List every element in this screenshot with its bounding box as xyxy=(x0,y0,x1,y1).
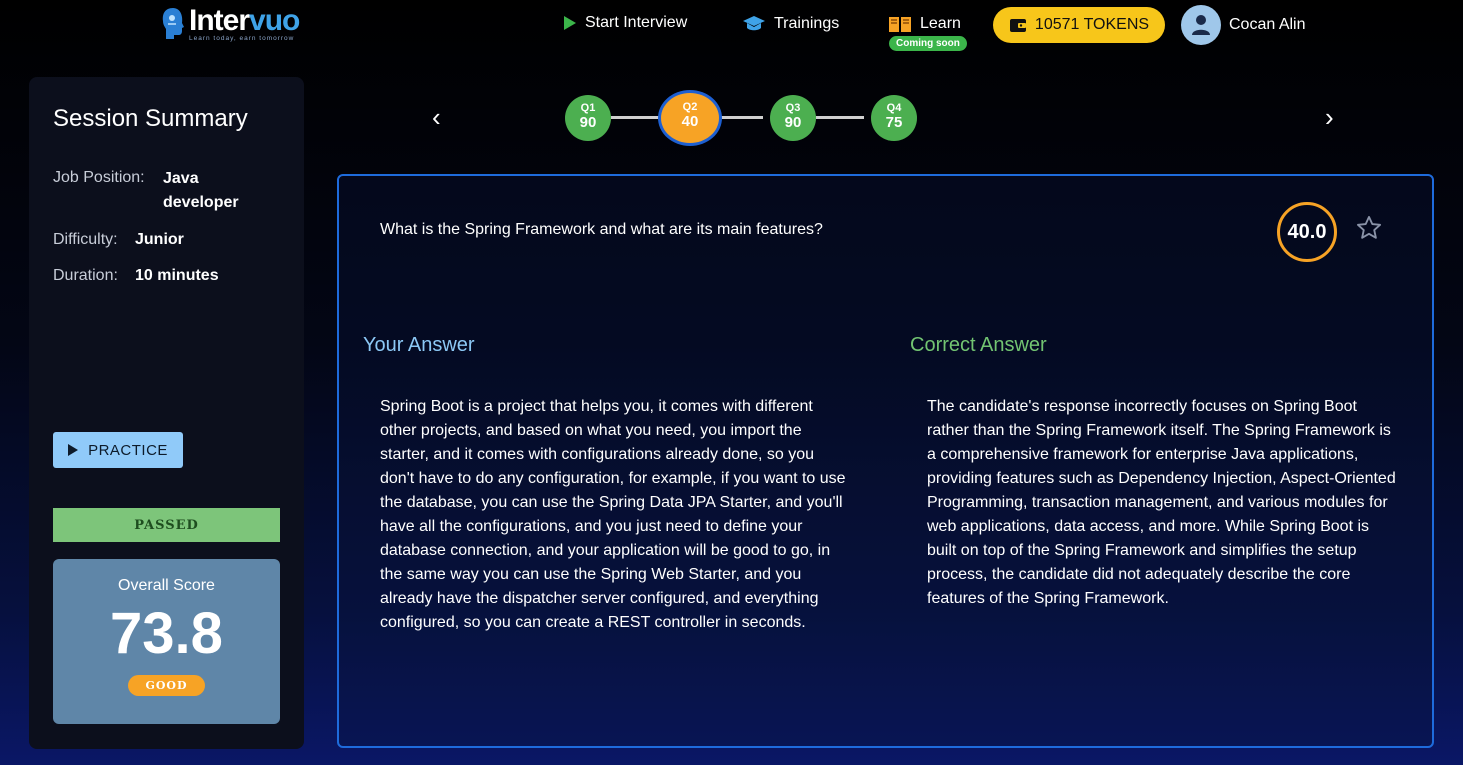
book-icon xyxy=(889,17,911,32)
difficulty-value: Junior xyxy=(135,231,184,248)
duration-value: 10 minutes xyxy=(135,267,219,284)
job-position-value: Java developer xyxy=(163,170,239,211)
overall-score-value: 73.8 xyxy=(110,601,223,666)
nav-start-interview[interactable]: Start Interview xyxy=(563,14,687,32)
question-step-q2[interactable]: Q2 40 xyxy=(661,93,719,143)
difficulty-row: Difficulty: Junior xyxy=(53,231,184,249)
step-connector xyxy=(721,116,763,119)
overall-score-label: Overall Score xyxy=(118,577,215,594)
user-icon xyxy=(1192,15,1210,35)
play-icon xyxy=(68,444,79,456)
brand-name: Intervuo xyxy=(189,4,300,37)
practice-label: PRACTICE xyxy=(88,441,168,459)
step-connector xyxy=(611,116,659,119)
coming-soon-badge: Coming soon xyxy=(889,36,967,51)
score-rating-badge: GOOD xyxy=(128,675,205,696)
user-name: Cocan Alin xyxy=(1229,16,1306,33)
tokens-label: 10571 TOKENS xyxy=(1034,16,1150,33)
nav-learn[interactable]: Learn xyxy=(888,14,961,34)
robot-head-icon xyxy=(162,8,184,39)
step-connector xyxy=(816,116,864,119)
status-badge: PASSED xyxy=(53,508,280,542)
your-answer-text: Spring Boot is a project that helps you,… xyxy=(380,398,846,631)
next-question-arrow[interactable]: › xyxy=(1325,104,1334,130)
practice-button[interactable]: PRACTICE xyxy=(53,432,183,468)
difficulty-label: Difficulty: xyxy=(53,231,118,248)
nav-trainings[interactable]: Trainings xyxy=(742,14,839,34)
question-step-q3[interactable]: Q3 90 xyxy=(770,95,816,141)
duration-label: Duration: xyxy=(53,267,118,284)
brand-logo[interactable]: Intervuo Learn today, earn tomorrow xyxy=(160,4,300,42)
prev-question-arrow[interactable]: ‹ xyxy=(432,104,441,130)
nav-learn-label: Learn xyxy=(920,15,961,32)
job-position-label: Job Position: xyxy=(53,169,145,186)
play-icon xyxy=(564,16,576,30)
nav-trainings-label: Trainings xyxy=(774,15,840,32)
question-score: 40.0 xyxy=(1277,202,1337,262)
graduation-cap-icon xyxy=(743,16,765,31)
question-step-q4[interactable]: Q4 75 xyxy=(871,95,917,141)
question-text: What is the Spring Framework and what ar… xyxy=(380,221,823,238)
duration-row: Duration: 10 minutes xyxy=(53,267,219,285)
star-icon[interactable] xyxy=(1355,214,1383,242)
nav-start-interview-label: Start Interview xyxy=(585,14,688,31)
session-summary-title: Session Summary xyxy=(53,105,248,132)
job-position-row: Job Position: Java developer xyxy=(53,169,253,215)
avatar xyxy=(1181,5,1221,45)
tokens-button[interactable]: 10571 TOKENS xyxy=(993,7,1165,43)
question-detail-panel: What is the Spring Framework and what ar… xyxy=(337,174,1434,748)
correct-answer-text: The candidate's response incorrectly foc… xyxy=(927,398,1396,607)
brand-tagline: Learn today, earn tomorrow xyxy=(189,35,295,42)
your-answer-title: Your Answer xyxy=(363,334,475,356)
correct-answer-title: Correct Answer xyxy=(910,334,1047,356)
overall-score-card: Overall Score 73.8 GOOD xyxy=(53,559,280,724)
user-menu[interactable]: Cocan Alin xyxy=(1181,5,1306,45)
question-step-q1[interactable]: Q1 90 xyxy=(565,95,611,141)
wallet-icon xyxy=(1009,19,1026,32)
session-summary-panel: Session Summary Job Position: Java devel… xyxy=(29,77,304,749)
